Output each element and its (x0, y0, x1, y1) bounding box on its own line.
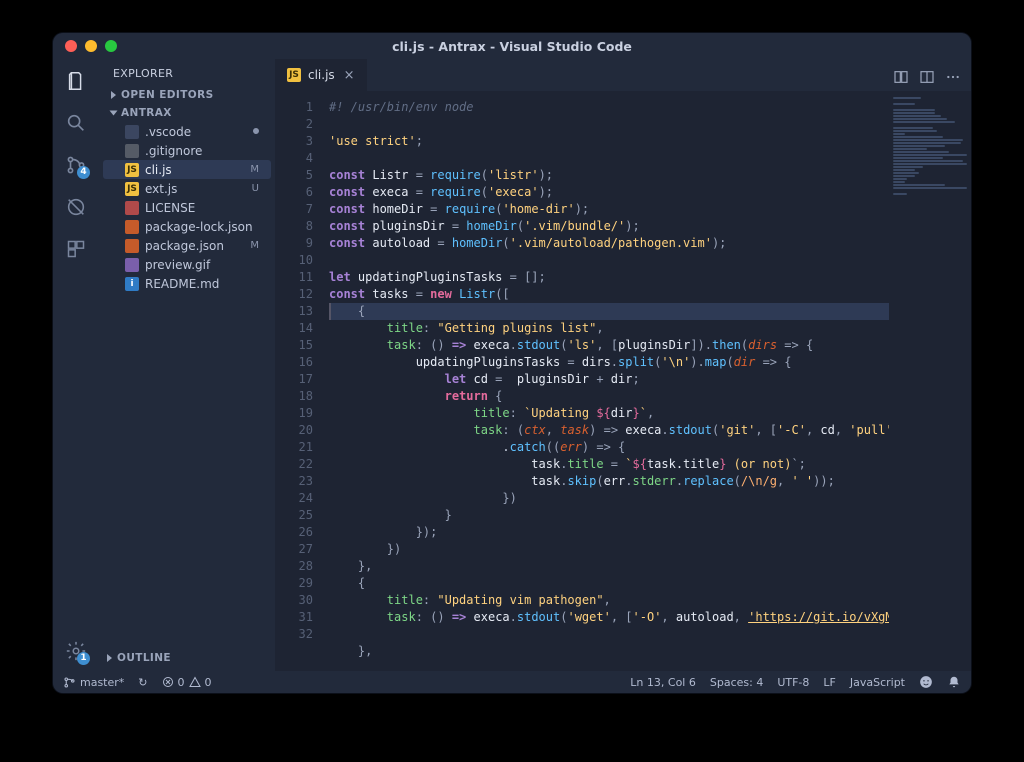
js-file-icon: JS (125, 163, 139, 177)
section-outline[interactable]: OUTLINE (99, 649, 275, 667)
eol-status[interactable]: LF (823, 676, 835, 689)
scm-badge: 4 (77, 166, 90, 179)
settings-gear-icon[interactable]: 1 (64, 639, 88, 663)
compare-icon[interactable] (893, 69, 909, 85)
status-bar: master* ↻ 0 0 Ln 13, Col 6 Spaces: 4 UTF… (53, 671, 971, 693)
js-icon: JS (287, 68, 301, 82)
editor[interactable]: 1234567891011121314151617181920212223242… (275, 91, 971, 671)
close-window-button[interactable] (65, 40, 77, 52)
notifications-bell-icon[interactable] (947, 675, 961, 689)
file-status: M (250, 240, 259, 251)
zoom-window-button[interactable] (105, 40, 117, 52)
git-branch-status[interactable]: master* (63, 676, 124, 689)
editor-actions (893, 69, 971, 91)
file-ext-js[interactable]: JS ext.js U (103, 179, 271, 198)
file-label: .vscode (145, 125, 191, 139)
file-label: ext.js (145, 182, 177, 196)
activity-bar: 4 1 (53, 59, 99, 671)
settings-badge: 1 (77, 652, 90, 665)
tab-cli-js[interactable]: JS cli.js × (275, 59, 367, 91)
tab-label: cli.js (308, 68, 335, 82)
sync-status[interactable]: ↻ (138, 676, 147, 689)
file-label: package.json (145, 239, 224, 253)
file-status: M (250, 164, 259, 175)
file-status (253, 126, 259, 137)
lic-file-icon (125, 201, 139, 215)
sidebar-explorer: EXPLORER OPEN EDITORS ANTRAX .vscode .git… (99, 59, 275, 671)
file-label: cli.js (145, 163, 172, 177)
file-readme-md[interactable]: i README.md (103, 274, 271, 293)
language-mode-status[interactable]: JavaScript (850, 676, 905, 689)
line-number-gutter: 1234567891011121314151617181920212223242… (275, 91, 323, 671)
tab-close-icon[interactable]: × (342, 68, 357, 83)
file-cli-js[interactable]: JS cli.js M (103, 160, 271, 179)
feedback-smiley-icon[interactable] (919, 675, 933, 689)
md-file-icon: i (125, 277, 139, 291)
title-bar: cli.js - Antrax - Visual Studio Code (53, 33, 971, 59)
more-actions-icon[interactable] (945, 69, 961, 85)
file-package-json[interactable]: package.json M (103, 236, 271, 255)
indentation-status[interactable]: Spaces: 4 (710, 676, 763, 689)
debug-icon[interactable] (64, 195, 88, 219)
file-package-lock-json[interactable]: package-lock.json (103, 217, 271, 236)
file-license[interactable]: LICENSE (103, 198, 271, 217)
minimap[interactable] (889, 91, 971, 671)
file-label: README.md (145, 277, 219, 291)
file-label: .gitignore (145, 144, 202, 158)
source-control-icon[interactable]: 4 (64, 153, 88, 177)
editor-group: JS cli.js × 1234567891011121314151617181… (275, 59, 971, 671)
img-file-icon (125, 258, 139, 272)
window-controls (65, 40, 117, 52)
search-icon[interactable] (64, 111, 88, 135)
encoding-status[interactable]: UTF-8 (777, 676, 809, 689)
json-file-icon (125, 220, 139, 234)
file--vscode[interactable]: .vscode (103, 122, 271, 141)
folder-file-icon (125, 125, 139, 139)
code-content[interactable]: #! /usr/bin/env node'use strict';const L… (323, 91, 889, 671)
cursor-position-status[interactable]: Ln 13, Col 6 (630, 676, 696, 689)
js-file-icon: JS (125, 182, 139, 196)
workbench: 4 1 EXPLORER OPEN EDITORS ANTRAX .vscode… (53, 59, 971, 671)
minimize-window-button[interactable] (85, 40, 97, 52)
extensions-icon[interactable] (64, 237, 88, 261)
file-label: package-lock.json (145, 220, 253, 234)
split-editor-icon[interactable] (919, 69, 935, 85)
section-project[interactable]: ANTRAX (103, 104, 271, 122)
section-open-editors[interactable]: OPEN EDITORS (103, 86, 271, 104)
vscode-window: cli.js - Antrax - Visual Studio Code 4 (53, 33, 971, 693)
file-label: preview.gif (145, 258, 210, 272)
json-file-icon (125, 239, 139, 253)
tab-bar: JS cli.js × (275, 59, 971, 91)
sidebar-title: EXPLORER (99, 59, 275, 86)
file-label: LICENSE (145, 201, 195, 215)
problems-status[interactable]: 0 0 (162, 676, 212, 689)
explorer-icon[interactable] (64, 69, 88, 93)
gray-file-icon (125, 144, 139, 158)
file-status: U (252, 183, 259, 194)
window-title: cli.js - Antrax - Visual Studio Code (53, 39, 971, 54)
file-preview-gif[interactable]: preview.gif (103, 255, 271, 274)
file--gitignore[interactable]: .gitignore (103, 141, 271, 160)
